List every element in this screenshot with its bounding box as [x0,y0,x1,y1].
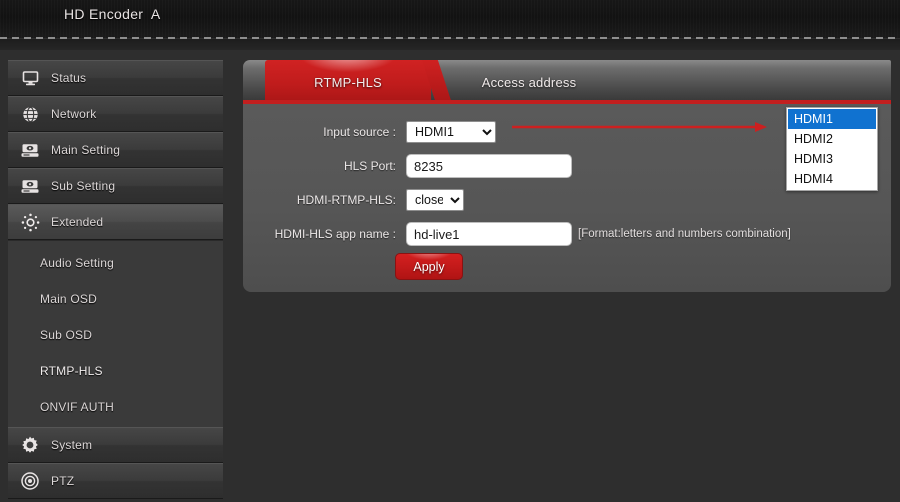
monitor-icon [18,66,42,90]
input-source-dropdown-list[interactable]: HDMI1 HDMI2 HDMI3 HDMI4 [786,107,878,191]
hdmi-rtmp-hls-label: HDMI-RTMP-HLS: [296,193,396,207]
app-title: HD Encoder A [64,6,161,22]
tab-access-address[interactable]: Access address [439,60,619,100]
hdmi-hls-app-name-input[interactable] [406,222,572,246]
sidebar-item-label: Extended [51,215,104,229]
sidebar-subitem-label: Main OSD [40,292,97,306]
sidebar-item-extended[interactable]: Extended [8,204,223,240]
sidebar-item-status[interactable]: Status [8,60,223,96]
apply-button[interactable]: Apply [395,253,463,280]
tab-bar: RTMP-HLS Access address [243,60,891,104]
sun-gear-icon [18,210,42,234]
sidebar-subitem-onvif-auth[interactable]: ONVIF AUTH [8,389,223,425]
sidebar-subitem-label: Sub OSD [40,328,93,342]
app-window: HD Encoder A Status Network Main Setting… [0,0,900,502]
sidebar-item-sub-setting[interactable]: Sub Setting [8,168,223,204]
sidebar-item-system[interactable]: System [8,427,223,463]
dropdown-option-hdmi4[interactable]: HDMI4 [788,169,876,189]
sidebar-item-ptz[interactable]: PTZ [8,463,223,499]
sidebar-item-label: Network [51,107,97,121]
sidebar-item-network[interactable]: Network [8,96,223,132]
sidebar-subitem-audio-setting[interactable]: Audio Setting [8,245,223,281]
top-header-bar: HD Encoder A [0,0,900,38]
sidebar-item-label: Main Setting [51,143,121,157]
sidebar-nav: Status Network Main Setting Sub Setting … [8,60,223,499]
sidebar-item-label: Sub Setting [51,179,116,193]
hdmi-hls-app-name-label: HDMI-HLS app name : [274,227,396,241]
hdmi-rtmp-hls-select[interactable]: closeopen [406,189,464,211]
row-apply: Apply [243,253,891,280]
row-hdmi-hls-app-name: HDMI-HLS app name : [Format:letters and … [243,219,891,249]
tab-label: RTMP-HLS [314,74,382,90]
sidebar-subitem-rtmp-hls[interactable]: RTMP-HLS [8,353,223,389]
tab-rtmp-hls[interactable]: RTMP-HLS [265,60,431,100]
dropdown-option-hdmi1[interactable]: HDMI1 [788,109,876,129]
sidebar-subitem-label: RTMP-HLS [40,364,103,378]
target-icon [18,469,42,493]
app-name-format-hint: [Format:letters and numbers combination] [578,228,791,240]
dropdown-option-hdmi3[interactable]: HDMI3 [788,149,876,169]
sidebar-item-main-setting[interactable]: Main Setting [8,132,223,168]
sidebar-item-label: PTZ [51,474,75,488]
sidebar-item-label: Status [51,71,87,85]
input-source-select[interactable]: HDMI1HDMI2HDMI3HDMI4 [406,121,496,143]
hls-port-input[interactable] [406,154,572,178]
sidebar-item-label: System [51,438,93,452]
input-source-label: Input source : [323,125,396,139]
dropdown-option-hdmi2[interactable]: HDMI2 [788,129,876,149]
globe-icon [18,102,42,126]
encoder-icon [18,138,42,162]
tab-label: Access address [481,74,577,90]
encoder-icon [18,174,42,198]
sidebar-subitem-sub-osd[interactable]: Sub OSD [8,317,223,353]
sidebar-subitem-main-osd[interactable]: Main OSD [8,281,223,317]
header-under-strip [0,39,900,50]
gear-icon [18,433,42,457]
sidebar-subitem-label: ONVIF AUTH [40,400,115,414]
sidebar-subnav-extended: Audio Setting Main OSD Sub OSD RTMP-HLS … [8,240,223,427]
sidebar-subitem-label: Audio Setting [40,256,114,270]
hls-port-label: HLS Port: [343,159,396,173]
